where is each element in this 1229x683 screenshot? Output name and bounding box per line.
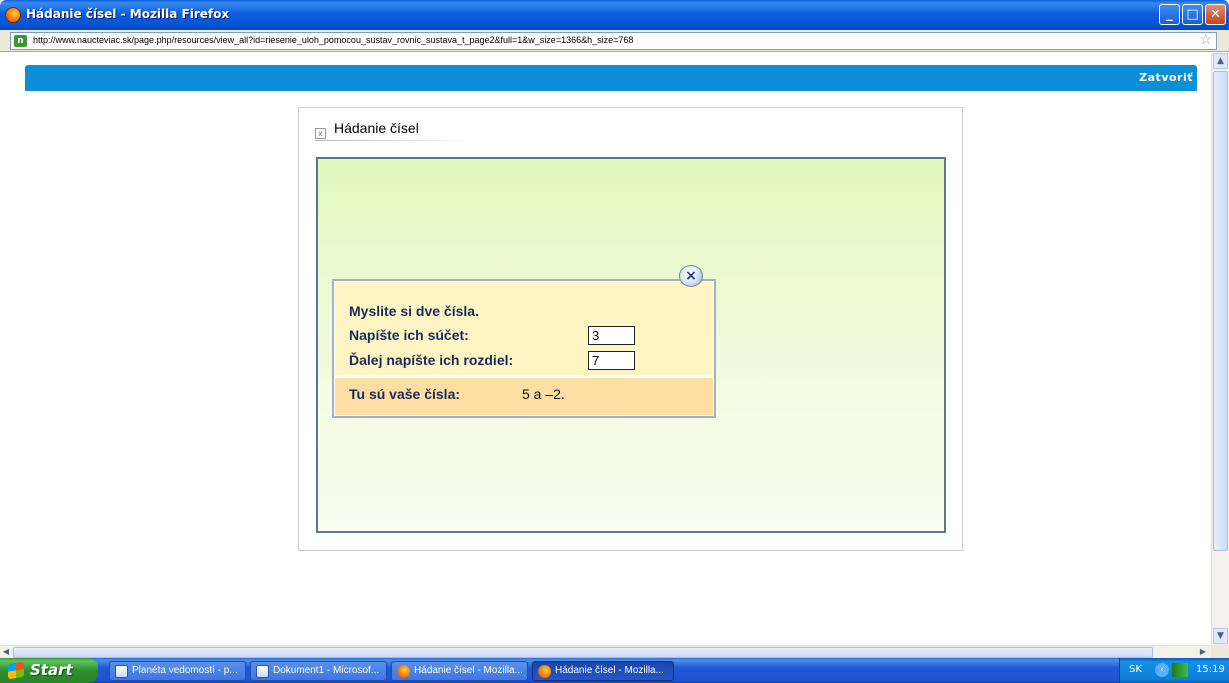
document-icon [256, 665, 269, 678]
instruction-text: Myslite si dve čísla. [349, 303, 479, 319]
window-title-bar[interactable]: Hádanie čísel - Mozilla Firefox _ □ ✕ [0, 0, 1229, 30]
document-icon [115, 665, 128, 678]
dialog-close-button[interactable]: × [679, 265, 703, 287]
maximize-button[interactable]: □ [1182, 4, 1203, 25]
firefox-icon [397, 665, 410, 678]
bookmark-star-icon[interactable]: ☆ [1199, 32, 1212, 48]
start-button[interactable]: Start [0, 658, 98, 683]
taskbar-item-label: Hádanie čísel - Mozilla... [414, 665, 523, 676]
taskbar-item[interactable]: Planéta vedomostí - p... [109, 661, 246, 681]
close-window-button[interactable]: ✕ [1205, 4, 1226, 25]
window-title: Hádanie čísel - Mozilla Firefox [26, 7, 230, 21]
tray-arrow-icon[interactable]: ‹ [1155, 663, 1169, 677]
taskbar-item-label: Hádanie čísel - Mozilla... [555, 665, 664, 676]
taskbar-item-label: Planéta vedomostí - p... [132, 665, 238, 676]
system-tray: SK ‹ 15:19 [1119, 658, 1229, 683]
site-favicon-icon: n [14, 35, 27, 47]
difference-input[interactable]: 7 [588, 351, 635, 370]
firefox-icon [538, 665, 551, 678]
activity-stage: Myslite si dve čísla. Napíšte ich súčet:… [316, 157, 946, 533]
clock: 15:19 [1196, 664, 1225, 675]
result-label: Tu sú vaše čísla: [349, 386, 461, 402]
dialog-question-area: Myslite si dve čísla. Napíšte ich súčet:… [335, 282, 713, 375]
taskbar-item-label: Dokument1 - Microsof... [273, 665, 380, 676]
scroll-up-arrow-icon[interactable]: ▲ [1213, 53, 1228, 69]
scroll-left-arrow-icon[interactable]: ◀ [0, 646, 12, 658]
title-underline [315, 140, 475, 141]
taskbar: Start Planéta vedomostí - p... Dokument1… [0, 658, 1229, 683]
result-value: 5 a –2. [522, 386, 565, 402]
scroll-down-arrow-icon[interactable]: ▼ [1213, 628, 1228, 644]
horizontal-scrollbar[interactable]: ◀ ▶ [0, 645, 1211, 658]
vertical-scroll-thumb[interactable] [1213, 71, 1228, 551]
page-content: Zatvoriť x Hádanie čísel Myslite si dve … [0, 53, 1211, 645]
language-indicator[interactable]: SK [1129, 664, 1142, 675]
sum-label: Napíšte ich súčet: [349, 327, 469, 343]
sum-input[interactable]: 3 [588, 326, 635, 345]
minimize-button[interactable]: _ [1159, 4, 1180, 25]
close-link[interactable]: Zatvoriť [1139, 71, 1193, 84]
horizontal-scroll-thumb[interactable] [13, 647, 1153, 658]
panel-close-icon[interactable]: x [315, 128, 326, 139]
address-bar: n http://www.naucteviac.sk/page.php/reso… [0, 30, 1229, 52]
url-text[interactable]: http://www.naucteviac.sk/page.php/resour… [33, 35, 633, 45]
windows-logo-icon [8, 661, 24, 680]
scrollbar-corner [1211, 645, 1229, 658]
firefox-icon [5, 7, 21, 23]
taskbar-item-active[interactable]: Hádanie čísel - Mozilla... [532, 661, 674, 681]
difference-label: Ďalej napíšte ich rozdiel: [349, 352, 514, 368]
activity-panel: x Hádanie čísel Myslite si dve čísla. Na… [298, 107, 963, 551]
vertical-scrollbar[interactable]: ▲ ▼ [1211, 53, 1229, 645]
dialog-result-area: Tu sú vaše čísla: 5 a –2. [335, 378, 713, 415]
number-guess-dialog: Myslite si dve čísla. Napíšte ich súčet:… [332, 279, 716, 418]
panel-title: Hádanie čísel [334, 120, 419, 136]
taskbar-item[interactable]: Hádanie čísel - Mozilla... [391, 661, 528, 681]
taskbar-item[interactable]: Dokument1 - Microsof... [250, 661, 387, 681]
network-signal-icon[interactable] [1172, 663, 1188, 677]
scroll-right-arrow-icon[interactable]: ▶ [1197, 646, 1209, 658]
url-field[interactable]: n http://www.naucteviac.sk/page.php/reso… [10, 32, 1217, 50]
top-blue-bar: Zatvoriť [25, 65, 1197, 91]
start-label: Start [30, 661, 73, 679]
